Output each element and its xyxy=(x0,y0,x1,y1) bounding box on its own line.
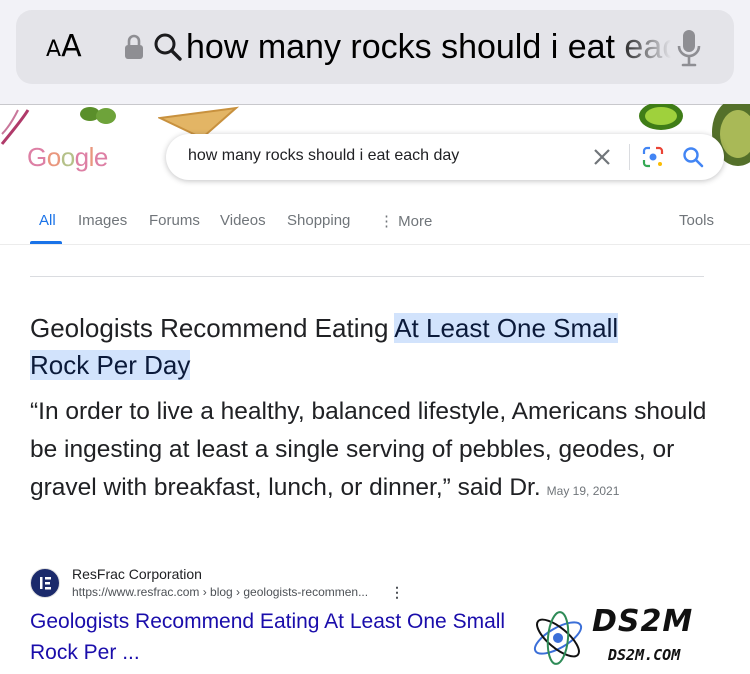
jalapeno-doodle xyxy=(639,104,683,130)
close-icon[interactable] xyxy=(592,147,612,167)
address-bar[interactable]: AA how many rocks should i eat each day xyxy=(16,10,734,84)
text-size-button[interactable]: AA xyxy=(46,30,82,68)
site-favicon[interactable] xyxy=(30,568,60,598)
google-lens-icon[interactable] xyxy=(642,146,664,168)
google-logo[interactable]: Google xyxy=(27,142,108,173)
snippet-title-plain: Geologists Recommend Eating xyxy=(30,313,395,343)
source-name[interactable]: ResFrac Corporation xyxy=(72,566,202,582)
search-icon[interactable] xyxy=(682,146,704,168)
search-icon xyxy=(154,33,182,61)
featured-snippet-body: “In order to live a healthy, balanced li… xyxy=(30,393,730,510)
source-url[interactable]: https://www.resfrac.com › blog › geologi… xyxy=(72,585,368,599)
address-text[interactable]: how many rocks should i eat each day xyxy=(186,26,671,68)
tab-more-label: More xyxy=(398,213,433,230)
logo-letter: o xyxy=(46,142,61,172)
snippet-date: May 19, 2021 xyxy=(546,484,620,498)
snippet-title-highlight: At Least One Small xyxy=(394,313,619,343)
active-tab-indicator xyxy=(30,241,62,244)
search-tabs: All Images Forums Videos Shopping ⋮ More… xyxy=(0,200,750,245)
logo-letter: g xyxy=(74,142,89,172)
tab-more[interactable]: ⋮ More xyxy=(379,212,432,230)
tab-shopping[interactable]: Shopping xyxy=(287,212,350,229)
logo-letter: e xyxy=(93,142,108,172)
result-title-link[interactable]: Geologists Recommend Eating At Least One… xyxy=(30,606,515,668)
microphone-icon[interactable] xyxy=(676,28,702,68)
tools-button[interactable]: Tools xyxy=(679,212,714,229)
tab-images[interactable]: Images xyxy=(78,212,127,229)
watermark-url: DS2M.COM xyxy=(608,646,681,664)
featured-snippet-title: Geologists Recommend Eating At Least One… xyxy=(30,310,720,384)
tab-all[interactable]: All xyxy=(39,212,56,229)
logo-letter: o xyxy=(60,142,75,172)
watermark-name: DS2M xyxy=(592,604,694,639)
more-vert-icon: ⋮ xyxy=(379,213,399,230)
resfrac-logo-icon xyxy=(40,577,51,590)
tab-videos[interactable]: Videos xyxy=(220,212,266,229)
ds2m-watermark: DS2M DS2M.COM xyxy=(528,604,740,670)
tab-forums[interactable]: Forums xyxy=(149,212,200,229)
more-options-icon[interactable]: ⋮ xyxy=(390,584,404,601)
snippet-title-highlight-2: Rock Per Day xyxy=(30,350,191,380)
lock-icon xyxy=(125,34,143,59)
herb-doodle xyxy=(80,107,116,124)
search-input[interactable]: how many rocks should i eat each day xyxy=(188,147,459,165)
divider xyxy=(629,144,630,170)
section-divider xyxy=(30,276,704,277)
safari-toolbar: AA how many rocks should i eat each day xyxy=(0,0,750,105)
logo-letter: G xyxy=(27,142,47,172)
atom-logo-icon xyxy=(533,611,583,665)
search-box[interactable]: how many rocks should i eat each day xyxy=(166,134,724,180)
